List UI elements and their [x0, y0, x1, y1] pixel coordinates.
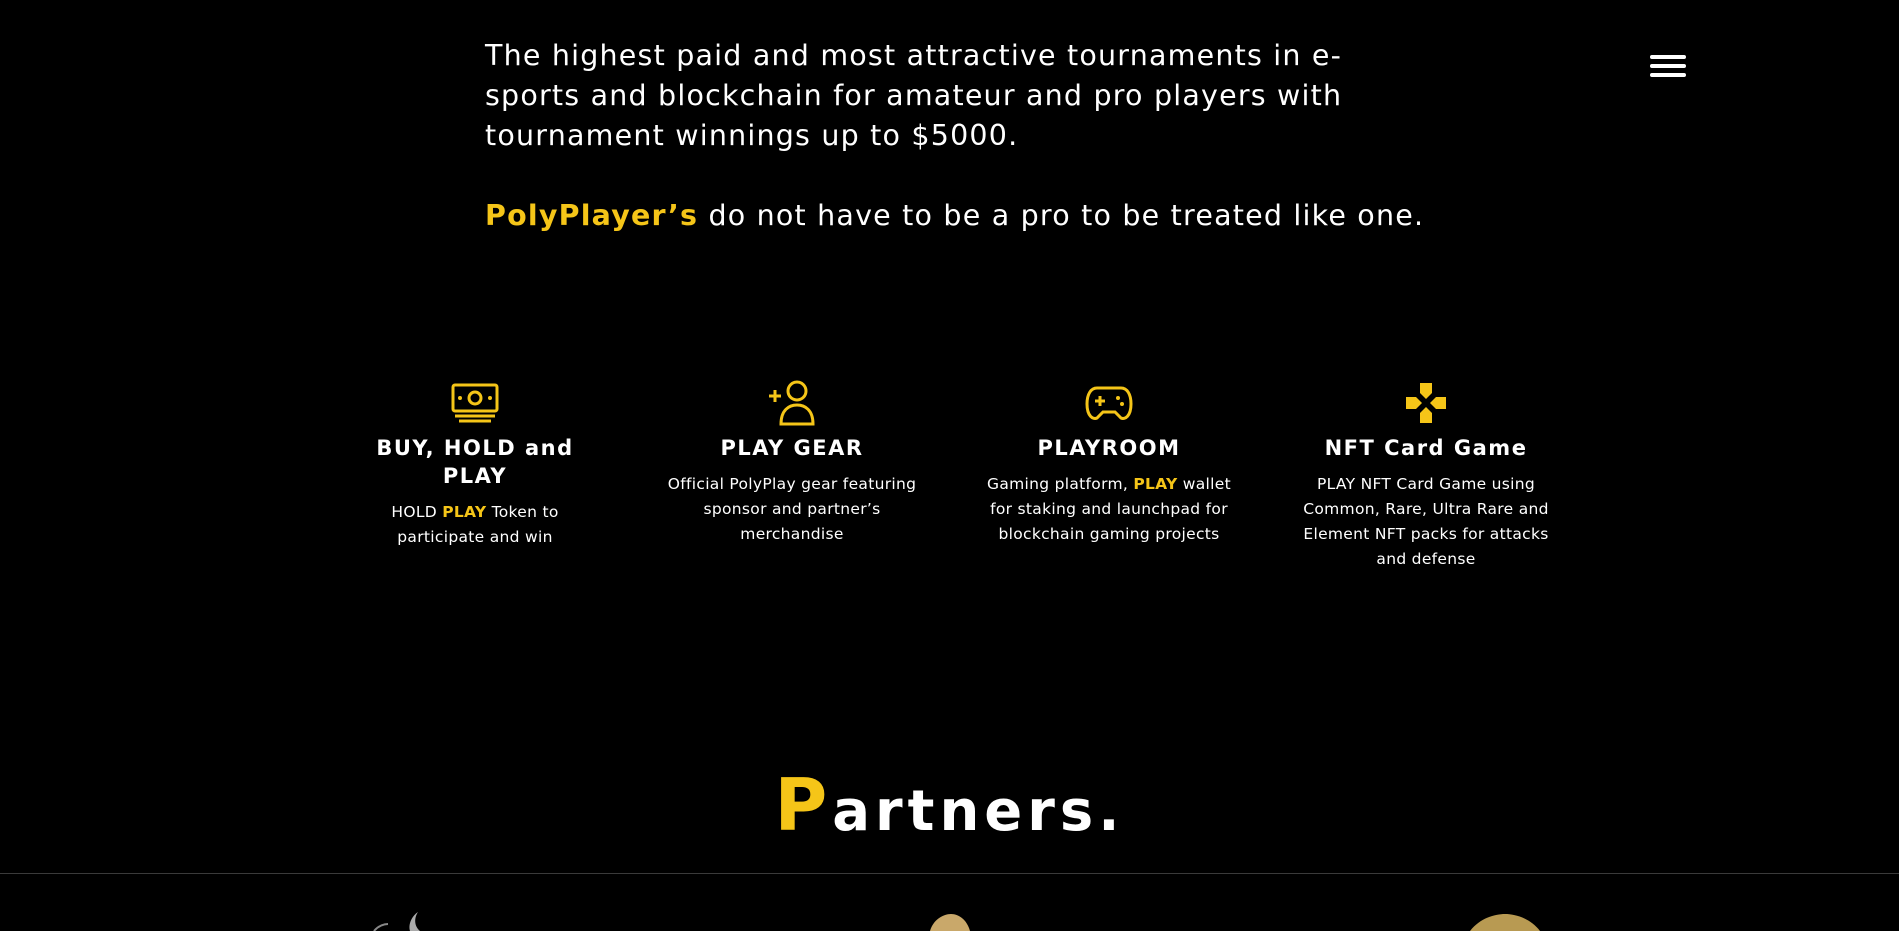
partner-logo[interactable] — [1465, 912, 1545, 931]
tagline-highlight: PolyPlayer’s — [485, 199, 699, 232]
hamburger-icon-bar — [1650, 55, 1686, 59]
partners-heading: Partners. — [0, 765, 1899, 852]
intro-paragraph: The highest paid and most attractive tou… — [485, 39, 1343, 152]
feature-desc-text: Gaming platform, — [987, 475, 1134, 493]
feature-desc-highlight: PLAY — [1133, 475, 1178, 493]
feature-buy-hold-play: BUY, HOLD and PLAY HOLD PLAY Token to pa… — [350, 378, 600, 550]
tagline-rest: do not have to be a pro to be treated li… — [698, 199, 1425, 232]
feature-description: HOLD PLAY Token to participate and win — [350, 500, 600, 550]
cash-icon — [350, 378, 600, 428]
hamburger-icon-bar — [1650, 73, 1686, 77]
partners-first-letter: P — [774, 763, 833, 847]
hamburger-icon-bar — [1650, 64, 1686, 68]
tagline: PolyPlayer’s do not have to be a pro to … — [485, 196, 1425, 236]
feature-title: BUY, HOLD and PLAY — [376, 436, 574, 488]
feature-title: NFT Card Game — [1324, 436, 1528, 460]
dpad-icon — [1301, 378, 1551, 428]
section-divider — [0, 873, 1899, 874]
feature-desc-highlight: PLAY — [442, 503, 487, 521]
gamepad-icon — [984, 378, 1234, 428]
feature-playroom: PLAYROOM Gaming platform, PLAY wallet fo… — [984, 378, 1234, 547]
feature-nft-card-game: NFT Card Game PLAY NFT Card Game using C… — [1301, 378, 1551, 572]
partners-rest: artners. — [832, 779, 1125, 844]
feature-play-gear: PLAY GEAR Official PolyPlay gear featuri… — [667, 378, 917, 547]
partner-logo[interactable] — [925, 912, 975, 931]
hamburger-menu-button[interactable] — [1650, 55, 1686, 83]
partner-logo[interactable] — [370, 912, 430, 931]
feature-desc-text: HOLD — [391, 503, 443, 521]
feature-description: PLAY NFT Card Game using Common, Rare, U… — [1303, 475, 1549, 568]
feature-description: Gaming platform, PLAY wallet for staking… — [984, 472, 1234, 547]
intro-section: The highest paid and most attractive tou… — [485, 36, 1425, 236]
feature-title: PLAY GEAR — [720, 436, 864, 460]
feature-description: Official PolyPlay gear featuring sponsor… — [667, 475, 917, 543]
add-user-icon — [667, 378, 917, 428]
feature-title: PLAYROOM — [1037, 436, 1181, 460]
